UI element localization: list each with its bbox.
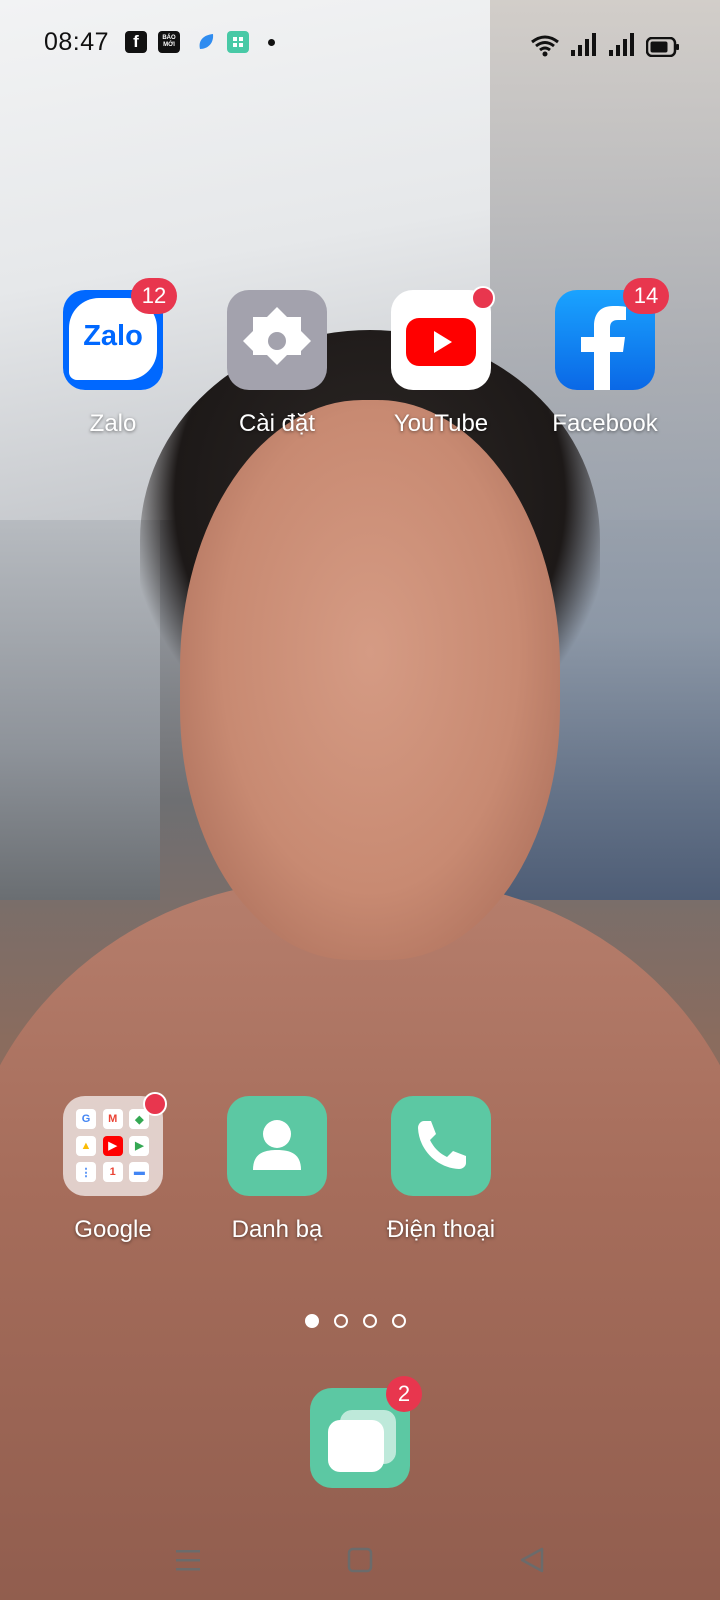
dock-app-badge: 2: [386, 1376, 422, 1412]
app-label: Google: [74, 1216, 152, 1243]
drive-icon: ▲: [76, 1135, 96, 1156]
app-label: Điện thoại: [386, 1216, 496, 1243]
home-icon[interactable]: [340, 1540, 380, 1580]
page-dot[interactable]: [334, 1314, 348, 1328]
recents-icon[interactable]: [168, 1540, 208, 1580]
green-app-notification-icon: [227, 31, 249, 53]
app-phone[interactable]: Điện thoại: [366, 1096, 516, 1244]
podcasts-icon: ⋮: [76, 1162, 96, 1183]
navigation-bar: [0, 1520, 720, 1600]
wallpaper-photo: [0, 0, 720, 1600]
app-facebook[interactable]: 14 Facebook: [530, 278, 680, 438]
app-contacts[interactable]: Danh bạ: [202, 1096, 352, 1244]
app-label: Cài đặt: [238, 410, 316, 437]
gmail-icon: M: [102, 1109, 123, 1129]
blue-app-notification-icon: [195, 31, 217, 53]
play-store-icon: ▶: [129, 1135, 150, 1156]
signal-icon-sim1: [571, 33, 596, 56]
page-dot[interactable]: [363, 1314, 377, 1328]
folder-google[interactable]: G M ◆ ▲ ▶ ▶ ⋮ 1 ▬ Google: [38, 1092, 188, 1244]
facebook-notification-icon: f: [125, 31, 147, 53]
contacts-icon: [227, 1096, 327, 1196]
facebook-icon: 14: [555, 278, 669, 390]
one-icon: 1: [102, 1162, 123, 1183]
youtube-dot-badge: [471, 286, 495, 310]
dock-multitask-app[interactable]: 2: [310, 1376, 422, 1488]
app-settings[interactable]: Cài đặt: [202, 290, 352, 438]
system-icons: [530, 31, 680, 57]
app-youtube[interactable]: YouTube: [366, 286, 516, 438]
zalo-icon: Zalo 12: [63, 278, 177, 390]
app-label: Zalo: [89, 410, 137, 437]
wifi-icon: [531, 35, 559, 57]
google-folder-icon: G M ◆ ▲ ▶ ▶ ⋮ 1 ▬: [63, 1092, 167, 1196]
more-notifications-dot: [268, 39, 275, 46]
settings-icon: [227, 290, 327, 390]
zalo-badge: 12: [131, 278, 177, 314]
photos-icon: ▬: [129, 1162, 150, 1183]
phone-icon: [391, 1096, 491, 1196]
signal-icon-sim2: [609, 33, 634, 56]
app-label: YouTube: [393, 410, 489, 437]
youtube-small-icon: ▶: [102, 1135, 123, 1156]
facebook-badge: 14: [623, 278, 669, 314]
youtube-icon: [391, 286, 495, 390]
page-dot-active[interactable]: [305, 1314, 319, 1328]
google-folder-dot-badge: [143, 1092, 167, 1116]
clock: 08:47: [44, 28, 110, 56]
app-zalo[interactable]: Zalo 12 Zalo: [38, 278, 188, 438]
status-bar: 08:47 f BÁO MỚI: [0, 0, 720, 88]
app-label: Facebook: [552, 410, 658, 437]
google-search-icon: G: [76, 1109, 96, 1129]
page-indicator: [305, 1314, 406, 1328]
battery-icon: [646, 37, 679, 57]
baomoi-notification-icon: BÁO MỚI: [158, 31, 180, 53]
back-icon[interactable]: [512, 1540, 552, 1580]
app-label: Danh bạ: [231, 1216, 323, 1243]
page-dot[interactable]: [392, 1314, 406, 1328]
